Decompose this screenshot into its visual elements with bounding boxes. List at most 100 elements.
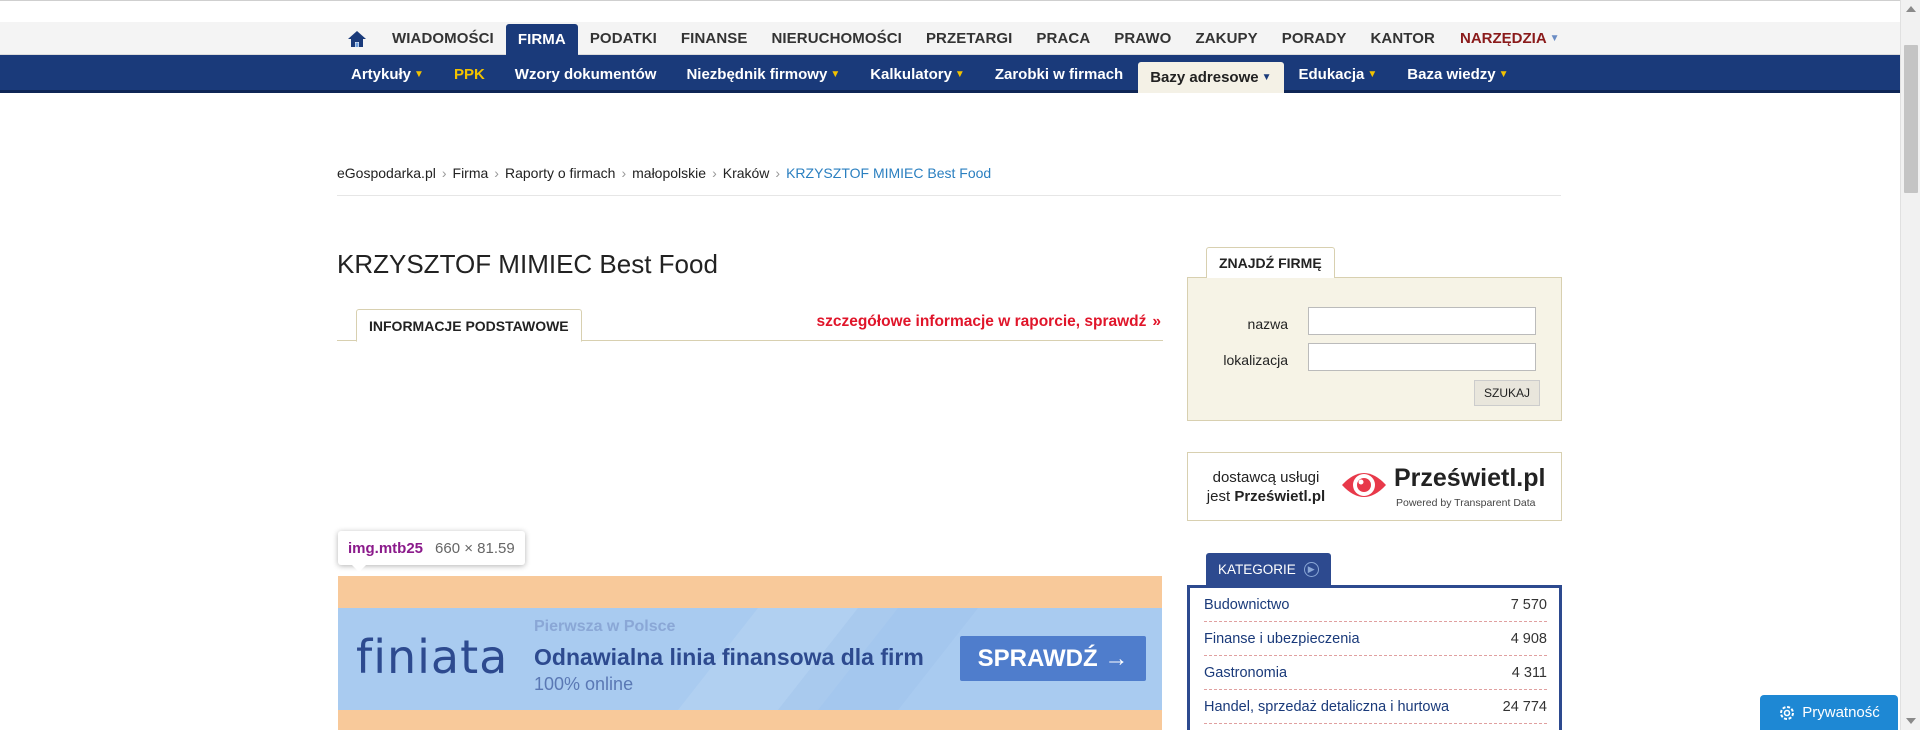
tooltip-dimensions: 660 × 81.59	[435, 539, 515, 557]
nav-finanse[interactable]: FINANSE	[669, 22, 760, 55]
subnav-label: Niezbędnik firmowy	[686, 65, 828, 83]
subnav-zarobki-w-firmach[interactable]: Zarobki w firmach	[980, 55, 1138, 93]
category-row[interactable]: Handel, sprzedaż detaliczna i hurtowa 24…	[1204, 690, 1547, 724]
category-count: 7 570	[1510, 596, 1547, 613]
name-label: nazwa	[1247, 316, 1288, 332]
category-row[interactable]: Budownictwo 7 570	[1204, 588, 1547, 622]
breadcrumb-item[interactable]: Kraków	[723, 165, 770, 195]
page-title: KRZYSZTOF MIMIEC Best Food	[337, 249, 718, 279]
breadcrumb-item[interactable]: małopolskie	[632, 165, 706, 195]
breadcrumb-separator: ›	[775, 165, 781, 181]
subnav-label: Baza wiedzy	[1407, 65, 1496, 83]
sub-navigation: Artykuły ▼ PPK Wzory dokumentów Niezbędni…	[0, 55, 1900, 93]
caret-down-icon: ▼	[830, 68, 841, 80]
tooltip-tag: img.mtb25	[348, 539, 424, 557]
ad-banner-content: finiata Pierwsza w Polsce Odnawialna lin…	[338, 608, 1162, 710]
report-link[interactable]: szczegółowe informacje w raporcie, spraw…	[816, 313, 1161, 331]
scroll-down-arrow-icon[interactable]	[1906, 718, 1916, 724]
subnav-bazy-adresowe[interactable]: Bazy adresowe ▼	[1138, 62, 1284, 93]
nav-zakupy[interactable]: ZAKUPY	[1183, 22, 1269, 55]
ad-banner[interactable]: finiata Pierwsza w Polsce Odnawialna lin…	[338, 576, 1162, 730]
category-row[interactable]: Gastronomia 4 311	[1204, 656, 1547, 690]
report-link-label: szczegółowe informacje w raporcie, spraw…	[816, 313, 1147, 330]
tools-label: NARZĘDZIA	[1460, 30, 1547, 47]
caret-down-icon: ▼	[954, 68, 965, 80]
caret-down-icon: ▼	[414, 68, 424, 80]
company-search-form: nazwa lokalizacja SZUKAJ	[1187, 277, 1562, 421]
banner-eyebrow: Pierwsza w Polsce	[534, 618, 676, 635]
provider-line1: dostawcą usługi	[1212, 469, 1320, 486]
privacy-label: Prywatność	[1802, 704, 1880, 721]
nav-przetargi[interactable]: PRZETARGI	[914, 22, 1024, 55]
breadcrumb-separator: ›	[621, 165, 627, 181]
nav-firma[interactable]: FIRMA	[505, 24, 578, 55]
tools-menu[interactable]: NARZĘDZIA ▼	[1460, 22, 1560, 55]
breadcrumb-current: KRZYSZTOF MIMIEC Best Food	[786, 165, 992, 181]
subnav-label: Bazy adresowe	[1150, 69, 1259, 86]
subnav-ppk[interactable]: PPK	[439, 55, 500, 93]
breadcrumb-separator: ›	[494, 165, 499, 181]
caret-down-icon: ▼	[1367, 68, 1378, 80]
category-name: Gastronomia	[1204, 664, 1288, 681]
category-count: 4 908	[1510, 630, 1547, 647]
breadcrumb-item[interactable]: Raporty o firmach	[505, 165, 615, 195]
caret-down-icon: ▼	[1498, 68, 1509, 80]
banner-cta-button[interactable]: SPRAWDŹ →	[960, 636, 1146, 681]
location-input[interactable]	[1308, 343, 1536, 371]
category-row[interactable]: Finanse i ubezpieczenia 4 908	[1204, 622, 1547, 656]
subnav-baza-wiedzy[interactable]: Baza wiedzy ▼	[1392, 55, 1523, 93]
provider-text: dostawcą usługi jest Prześwietl.pl	[1206, 468, 1326, 506]
nav-nieruchomosci[interactable]: NIERUCHOMOŚCI	[759, 22, 913, 55]
tab-informacje-podstawowe[interactable]: INFORMACJE PODSTAWOWE	[356, 309, 582, 342]
caret-down-icon: ▼	[1261, 72, 1272, 83]
subnav-niezbednik-firmowy[interactable]: Niezbędnik firmowy ▼	[671, 55, 855, 93]
element-inspector-tooltip: img.mtb25 660 × 81.59	[338, 531, 525, 572]
chevron-down-icon: ▼	[1549, 33, 1560, 44]
nav-podatki[interactable]: PODATKI	[578, 22, 669, 55]
category-name: Finanse i ubezpieczenia	[1204, 630, 1360, 647]
scroll-up-arrow-icon[interactable]	[1906, 6, 1916, 12]
breadcrumb-item[interactable]: Firma	[453, 165, 489, 195]
circle-arrow-right-icon: ▶	[1303, 561, 1319, 577]
finiata-logo: finiata	[356, 630, 509, 684]
subnav-kalkulatory[interactable]: Kalkulatory ▼	[855, 55, 980, 93]
banner-subline: 100% online	[534, 674, 634, 694]
nav-prawo[interactable]: PRAWO	[1102, 22, 1183, 55]
home-link[interactable]	[342, 22, 372, 55]
banner-headline: Odnawialna linia finansowa dla firm	[534, 644, 924, 670]
subnav-label: Artykuły	[351, 65, 412, 83]
categories-tab[interactable]: KATEGORIE ▶	[1206, 553, 1331, 585]
categories-tab-label: KATEGORIE	[1218, 561, 1296, 577]
search-tab: ZNAJDŹ FIRMĘ	[1206, 247, 1335, 278]
nav-praca[interactable]: PRACA	[1024, 22, 1102, 55]
search-button[interactable]: SZUKAJ	[1474, 380, 1540, 406]
location-label: lokalizacja	[1223, 352, 1288, 368]
double-chevron-right-icon: »	[1152, 313, 1161, 330]
breadcrumb-separator: ›	[441, 165, 447, 181]
gear-icon	[1780, 705, 1795, 720]
category-count: 24 774	[1502, 698, 1547, 715]
subnav-label: PPK	[453, 65, 485, 83]
provider-line2-prefix: jest	[1206, 488, 1231, 505]
breadcrumb: eGospodarka.pl › Firma › Raporty o firma…	[337, 165, 1561, 196]
company-name-input[interactable]	[1308, 307, 1536, 335]
subnav-label: Wzory dokumentów	[514, 65, 657, 83]
breadcrumb-separator: ›	[712, 165, 717, 181]
provider-powered-by: Powered by Transparent Data	[1396, 497, 1536, 509]
breadcrumb-item[interactable]: eGospodarka.pl	[337, 165, 436, 195]
data-provider-box[interactable]: dostawcą usługi jest Prześwietl.pl Prześ…	[1187, 452, 1562, 521]
nav-wiadomosci[interactable]: WIADOMOŚCI	[380, 22, 506, 55]
nav-porady[interactable]: PORADY	[1270, 22, 1359, 55]
subnav-wzory-dokumentow[interactable]: Wzory dokumentów	[500, 55, 672, 93]
scrollbar-thumb[interactable]	[1904, 45, 1918, 193]
category-count: 4 311	[1511, 664, 1547, 681]
page-scrollbar[interactable]	[1900, 0, 1920, 730]
subnav-label: Edukacja	[1298, 65, 1365, 83]
top-border	[0, 0, 1900, 1]
subnav-edukacja[interactable]: Edukacja ▼	[1284, 55, 1393, 93]
nav-kantor[interactable]: KANTOR	[1359, 22, 1448, 55]
home-icon	[348, 30, 366, 47]
subnav-artykuly[interactable]: Artykuły ▼	[336, 55, 439, 93]
privacy-button[interactable]: Prywatność	[1760, 695, 1898, 730]
subnav-label: Zarobki w firmach	[994, 65, 1124, 83]
